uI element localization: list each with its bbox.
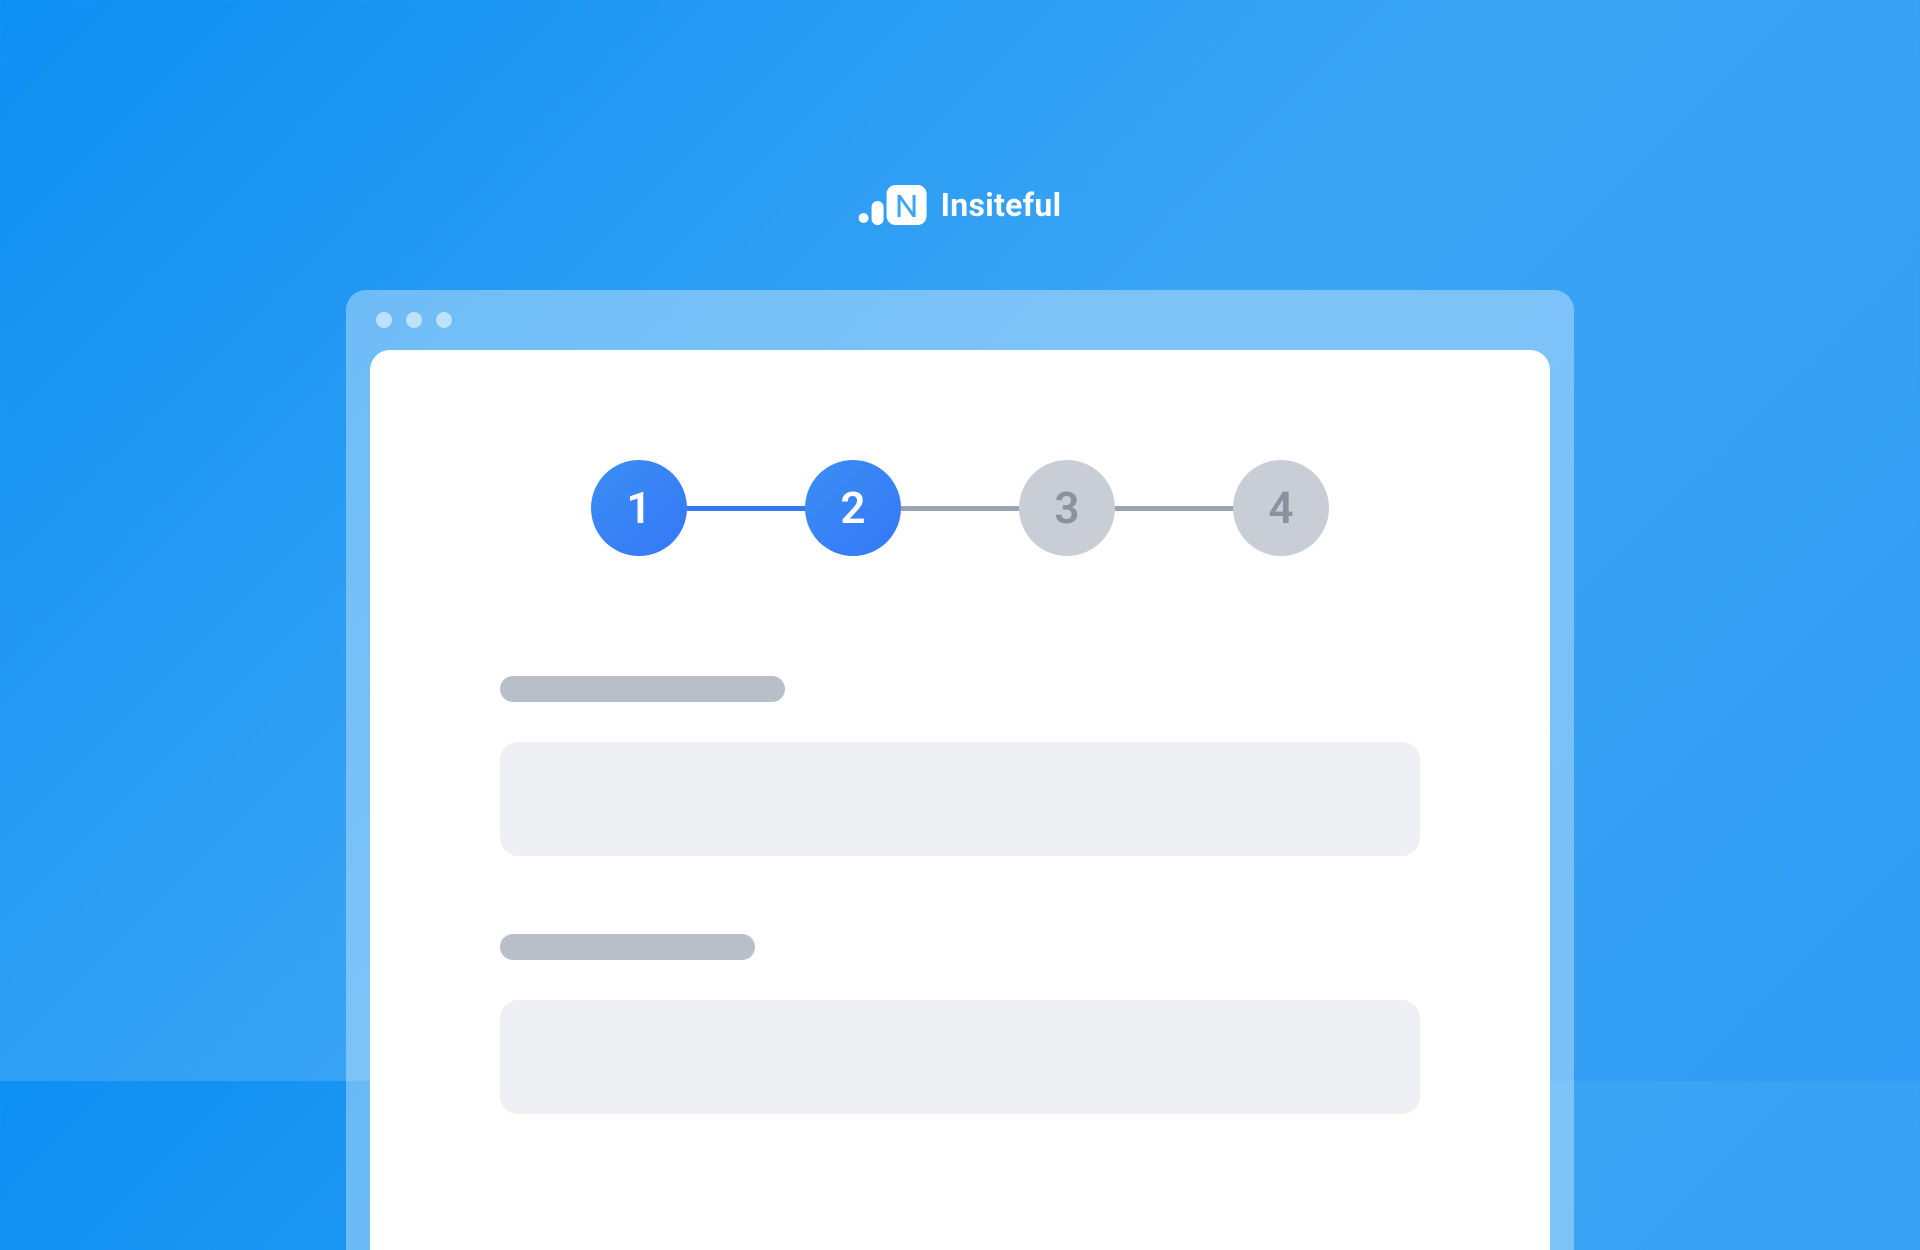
step-connector-3-4	[1115, 506, 1233, 511]
step-3[interactable]: 3	[1019, 460, 1115, 556]
browser-window: 1 2 3 4	[346, 290, 1574, 1250]
traffic-light-close-icon[interactable]	[376, 312, 392, 328]
browser-titlebar	[346, 290, 1574, 350]
brand-name: Insiteful	[941, 186, 1062, 224]
step-connector-1-2	[687, 506, 805, 511]
form-label-1	[500, 676, 785, 702]
form-field-2	[500, 934, 1420, 1114]
form-input-2[interactable]	[500, 1000, 1420, 1114]
step-2-number: 2	[840, 482, 865, 534]
traffic-light-maximize-icon[interactable]	[436, 312, 452, 328]
form-field-1	[500, 676, 1420, 856]
step-1-number: 1	[626, 482, 651, 534]
step-connector-2-3	[901, 506, 1019, 511]
step-1[interactable]: 1	[591, 460, 687, 556]
progress-stepper: 1 2 3 4	[500, 460, 1420, 556]
browser-content: 1 2 3 4	[370, 350, 1550, 1250]
step-4[interactable]: 4	[1233, 460, 1329, 556]
traffic-light-minimize-icon[interactable]	[406, 312, 422, 328]
logo-n-icon	[896, 192, 918, 218]
step-3-number: 3	[1054, 482, 1079, 534]
form-input-1[interactable]	[500, 742, 1420, 856]
logo-mark-icon	[859, 185, 927, 225]
step-2[interactable]: 2	[805, 460, 901, 556]
brand-logo: Insiteful	[859, 185, 1062, 225]
step-4-number: 4	[1268, 482, 1293, 534]
form-label-2	[500, 934, 755, 960]
